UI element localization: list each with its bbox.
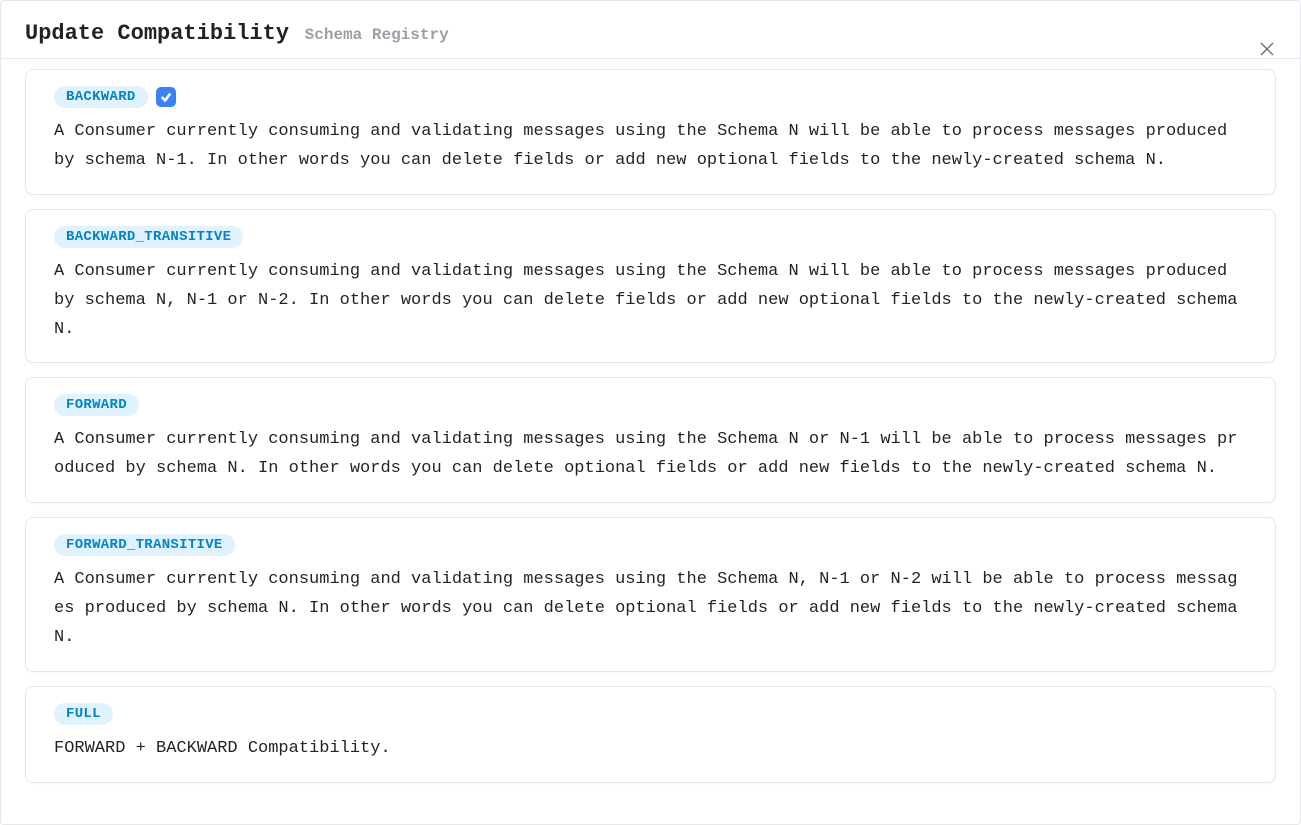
option-badge: BACKWARD (54, 86, 148, 108)
option-header: FULL (54, 703, 1247, 725)
modal-title: Update Compatibility (25, 21, 289, 46)
compatibility-modal: Update Compatibility Schema Registry BAC… (0, 0, 1301, 825)
option-badge: FORWARD_TRANSITIVE (54, 534, 235, 556)
option-header: BACKWARD (54, 86, 1247, 108)
option-description: A Consumer currently consuming and valid… (54, 426, 1247, 484)
option-forward[interactable]: FORWARD A Consumer currently consuming a… (25, 377, 1276, 503)
option-backward-transitive[interactable]: BACKWARD_TRANSITIVE A Consumer currently… (25, 209, 1276, 364)
option-description: A Consumer currently consuming and valid… (54, 118, 1247, 176)
option-badge: FULL (54, 703, 113, 725)
option-description: FORWARD + BACKWARD Compatibility. (54, 735, 1247, 764)
option-forward-transitive[interactable]: FORWARD_TRANSITIVE A Consumer currently … (25, 517, 1276, 672)
option-full[interactable]: FULL FORWARD + BACKWARD Compatibility. (25, 686, 1276, 783)
option-header: BACKWARD_TRANSITIVE (54, 226, 1247, 248)
option-description: A Consumer currently consuming and valid… (54, 258, 1247, 345)
options-list: BACKWARD A Consumer currently consuming … (1, 69, 1300, 821)
option-backward[interactable]: BACKWARD A Consumer currently consuming … (25, 69, 1276, 195)
option-header: FORWARD_TRANSITIVE (54, 534, 1247, 556)
close-icon (1260, 40, 1274, 60)
close-button[interactable] (1256, 37, 1278, 63)
option-description: A Consumer currently consuming and valid… (54, 566, 1247, 653)
modal-subtitle: Schema Registry (305, 26, 449, 44)
option-badge: BACKWARD_TRANSITIVE (54, 226, 243, 248)
option-header: FORWARD (54, 394, 1247, 416)
option-badge: FORWARD (54, 394, 139, 416)
check-icon (156, 87, 176, 107)
modal-header: Update Compatibility Schema Registry (1, 1, 1300, 59)
